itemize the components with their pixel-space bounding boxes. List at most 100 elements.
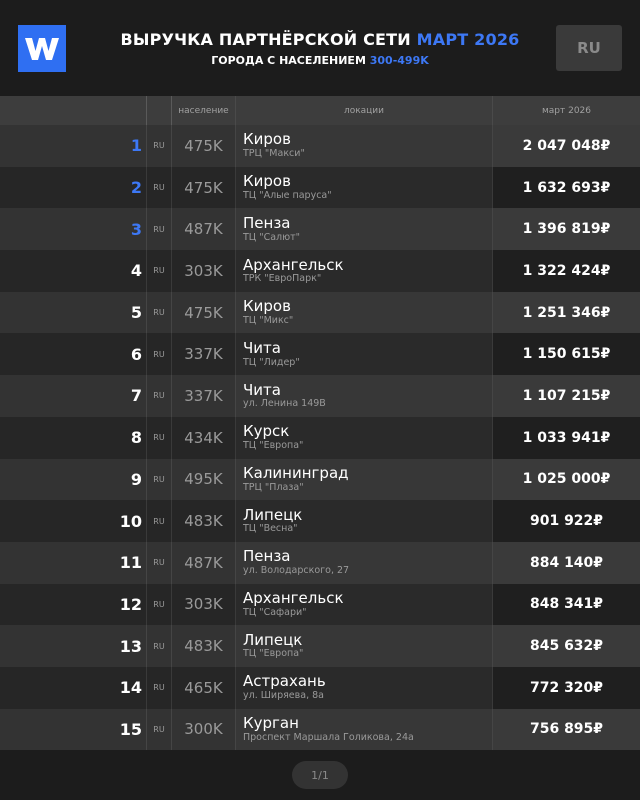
rank-cell: 6 — [0, 333, 146, 375]
location-cell: Архангельск ТРК "ЕвроПарк" — [235, 250, 493, 292]
rank-number: 5 — [130, 303, 142, 323]
table-row: 11 RU 487K Пенза ул. Володарского, 27 884 140… — [0, 541, 640, 584]
rank-number: 9 — [130, 469, 142, 489]
venue-name: ТЦ "Сафари" — [243, 606, 307, 618]
rank-cell: 14 — [0, 667, 146, 709]
population-value: 483K — [184, 512, 223, 531]
revenue-cell: 772 320₽ — [493, 666, 640, 709]
title-block: ВЫРУЧКА ПАРТНЁРСКОЙ СЕТИ МАРТ 2026 ГОРОД… — [96, 30, 544, 67]
revenue-cell: 1 150 615₽ — [493, 333, 640, 376]
rank-cell: 13 — [0, 625, 146, 667]
rank-number: 2 — [130, 178, 142, 198]
population-value: 475K — [184, 136, 223, 155]
country-code: RU — [153, 474, 165, 484]
country-code: RU — [153, 183, 165, 193]
revenue-value: 2 047 048₽ — [522, 137, 611, 154]
rank-number: 11 — [119, 553, 142, 573]
table-row: 15 RU 300K Курган Проспект Маршала Голикова,… — [0, 708, 640, 751]
page-subtitle: ГОРОДА С НАСЕЛЕНИЕМ 300-499K — [96, 54, 544, 67]
country-code: RU — [153, 266, 165, 276]
title-main: ВЫРУЧКА ПАРТНЁРСКОЙ СЕТИ — [120, 30, 417, 49]
table-row: 2 RU 475K Киров ТЦ "Алые паруса" 1 632 693₽ — [0, 166, 640, 209]
subtitle-accent: 300-499K — [369, 54, 429, 67]
population-cell: 303K — [172, 250, 235, 292]
revenue-cell: 848 341₽ — [493, 583, 640, 626]
table-row: 3 RU 487K Пенза ТЦ "Салют" 1 396 819₽ — [0, 208, 640, 251]
population-value: 487K — [184, 553, 223, 572]
revenue-value: 1 150 615₽ — [522, 346, 611, 363]
location-cell: Чита ул. Ленина 149В — [235, 375, 493, 417]
location-cell: Астрахань ул. Ширяева, 8а — [235, 666, 493, 709]
rank-cell: 4 — [0, 250, 146, 292]
table-row: 9 RU 495K Калининград ТРЦ "Плаза" 1 025 000₽ — [0, 458, 640, 501]
country-cell: RU — [146, 208, 172, 251]
revenue-value: 1 251 346₽ — [522, 304, 611, 321]
revenue-cell: 884 140₽ — [493, 541, 640, 584]
rank-number: 3 — [130, 219, 142, 239]
country-cell: RU — [146, 333, 172, 376]
city-name: Пенза — [243, 547, 291, 566]
country-code: RU — [153, 558, 165, 568]
country-cell: RU — [146, 375, 172, 417]
venue-name: ТЦ "Салют" — [243, 231, 300, 243]
population-cell: 303K — [172, 584, 235, 626]
population-cell: 434K — [172, 417, 235, 459]
revenue-value: 1 396 819₽ — [522, 221, 611, 238]
rank-cell: 3 — [0, 208, 146, 250]
language-button[interactable]: RU — [556, 25, 622, 71]
location-cell: Курск ТЦ "Европа" — [235, 416, 493, 459]
country-code: RU — [153, 349, 165, 359]
population-cell: 475K — [172, 125, 235, 167]
rank-cell: 5 — [0, 292, 146, 334]
venue-name: ТРК "ЕвроПарк" — [243, 273, 322, 285]
revenue-cell: 2 047 048₽ — [493, 125, 640, 167]
population-value: 475K — [184, 178, 223, 197]
table-row: 4 RU 303K Архангельск ТРК "ЕвроПарк" 1 322 42… — [0, 250, 640, 292]
revenue-value: 756 895₽ — [529, 721, 604, 738]
rank-cell: 11 — [0, 542, 146, 584]
city-name: Калининград — [243, 463, 349, 482]
rank-cell: 10 — [0, 500, 146, 542]
population-cell: 465K — [172, 667, 235, 709]
location-cell: Киров ТЦ "Алые паруса" — [235, 166, 493, 209]
country-code: RU — [153, 141, 165, 151]
revenue-value: 1 025 000₽ — [522, 471, 611, 488]
population-cell: 300K — [172, 709, 235, 751]
rank-number: 12 — [119, 594, 142, 614]
country-code: RU — [153, 224, 165, 234]
venue-name: ул. Ленина 149В — [243, 398, 326, 410]
revenue-value: 1 107 215₽ — [522, 387, 611, 404]
population-cell: 475K — [172, 292, 235, 334]
venue-name: ТЦ "Микс" — [243, 314, 294, 326]
table-row: 1 RU 475K Киров ТРЦ "Макси" 2 047 048₽ — [0, 125, 640, 167]
table-row: 8 RU 434K Курск ТЦ "Европа" 1 033 941₽ — [0, 416, 640, 459]
header-month: март 2026 — [541, 105, 592, 116]
revenue-cell: 1 107 215₽ — [493, 375, 640, 417]
table-row: 10 RU 483K Липецк ТЦ "Весна" 901 922₽ — [0, 500, 640, 542]
venue-name: ул. Ширяева, 8а — [243, 690, 324, 702]
country-code: RU — [153, 599, 165, 609]
revenue-cell: 1 025 000₽ — [493, 458, 640, 501]
table-row: 13 RU 483K Липецк ТЦ "Европа" 845 632₽ — [0, 625, 640, 667]
population-value: 483K — [184, 637, 223, 656]
page-indicator[interactable]: 1/1 — [292, 761, 348, 789]
city-name: Липецк — [243, 630, 303, 649]
revenue-cell: 1 632 693₽ — [493, 166, 640, 209]
location-cell: Калининград ТРЦ "Плаза" — [235, 458, 493, 501]
revenue-value: 1 033 941₽ — [522, 429, 611, 446]
city-name: Киров — [243, 297, 291, 316]
rank-cell: 7 — [0, 375, 146, 417]
location-cell: Киров ТРЦ "Макси" — [235, 125, 493, 167]
venue-name: ТРЦ "Плаза" — [243, 481, 304, 493]
country-cell: RU — [146, 166, 172, 209]
revenue-value: 1 632 693₽ — [522, 179, 611, 196]
revenue-value: 845 632₽ — [529, 638, 604, 655]
population-cell: 495K — [172, 459, 235, 501]
population-value: 303K — [184, 261, 223, 280]
population-value: 337K — [184, 386, 223, 405]
country-cell: RU — [146, 625, 172, 667]
country-cell: RU — [146, 458, 172, 501]
city-name: Киров — [243, 130, 291, 149]
rank-number: 15 — [119, 719, 142, 739]
table-row: 6 RU 337K Чита ТЦ "Лидер" 1 150 615₽ — [0, 333, 640, 376]
